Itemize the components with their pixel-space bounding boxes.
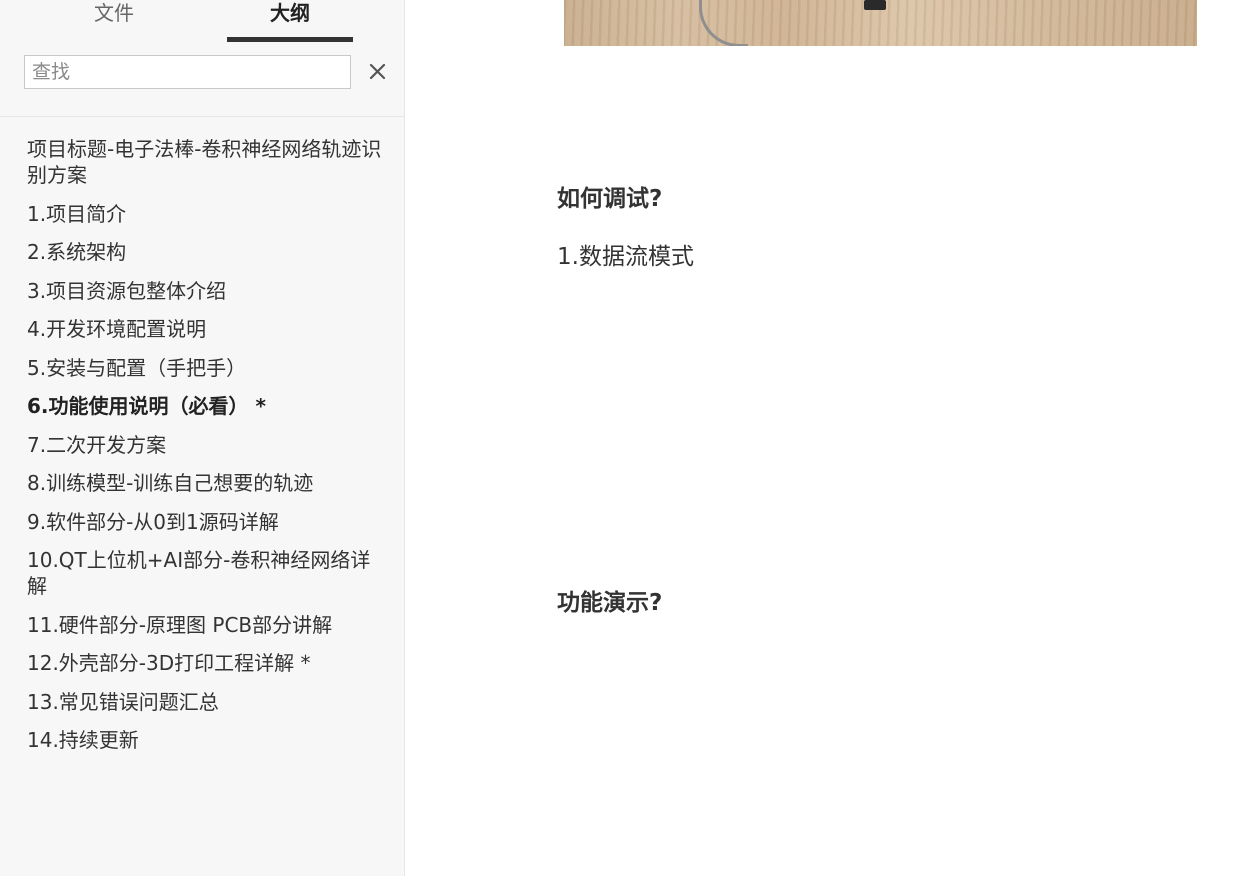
paragraph-data-stream-mode: 1.数据流模式 <box>557 244 694 270</box>
outline-item-active[interactable]: 6.功能使用说明（必看） * <box>27 393 389 419</box>
outline-item[interactable]: 8.训练模型-训练自己想要的轨迹 <box>27 470 389 496</box>
clear-search-button[interactable] <box>364 56 390 86</box>
tab-files[interactable]: 文件 <box>52 0 176 42</box>
outline-list: 项目标题-电子法棒-卷积神经网络轨迹识别方案 1.项目简介 2.系统架构 3.项… <box>27 136 389 766</box>
outline-item[interactable]: 13.常见错误问题汇总 <box>27 689 389 715</box>
outline-item[interactable]: 10.QT上位机+AI部分-卷积神经网络详解 <box>27 547 389 599</box>
component-graphic <box>864 0 886 10</box>
outline-item[interactable]: 5.安装与配置（手把手） <box>27 355 389 381</box>
outline-item[interactable]: 12.外壳部分-3D打印工程详解 * <box>27 650 389 676</box>
outline-item[interactable]: 7.二次开发方案 <box>27 432 389 458</box>
app-window: 文件 大纲 项目标题-电子法棒-卷积神经网络轨迹识别方案 1.项目简介 2.系统… <box>0 0 1241 876</box>
heading-how-to-debug: 如何调试? <box>557 186 663 212</box>
outline-item[interactable]: 项目标题-电子法棒-卷积神经网络轨迹识别方案 <box>27 136 389 188</box>
outline-item[interactable]: 2.系统架构 <box>27 239 389 265</box>
sidebar: 文件 大纲 项目标题-电子法棒-卷积神经网络轨迹识别方案 1.项目简介 2.系统… <box>0 0 405 876</box>
heading-feature-demo: 功能演示? <box>557 590 663 616</box>
tab-outline-label: 大纲 <box>270 1 310 25</box>
sidebar-divider <box>0 116 404 117</box>
outline-item[interactable]: 11.硬件部分-原理图 PCB部分讲解 <box>27 612 389 638</box>
outline-item[interactable]: 9.软件部分-从0到1源码详解 <box>27 509 389 535</box>
outline-item[interactable]: 3.项目资源包整体介绍 <box>27 278 389 304</box>
document-image <box>564 0 1197 46</box>
outline-item[interactable]: 4.开发环境配置说明 <box>27 316 389 342</box>
sidebar-tabs: 文件 大纲 <box>0 0 404 42</box>
close-icon <box>369 63 385 79</box>
active-tab-indicator <box>227 37 353 42</box>
tab-outline[interactable]: 大纲 <box>227 0 353 42</box>
search-input[interactable] <box>24 55 351 89</box>
outline-item[interactable]: 14.持续更新 <box>27 727 389 753</box>
outline-item[interactable]: 1.项目简介 <box>27 201 389 227</box>
document-content: 如何调试? 1.数据流模式 功能演示? <box>405 0 1241 876</box>
tab-files-label: 文件 <box>94 1 134 25</box>
